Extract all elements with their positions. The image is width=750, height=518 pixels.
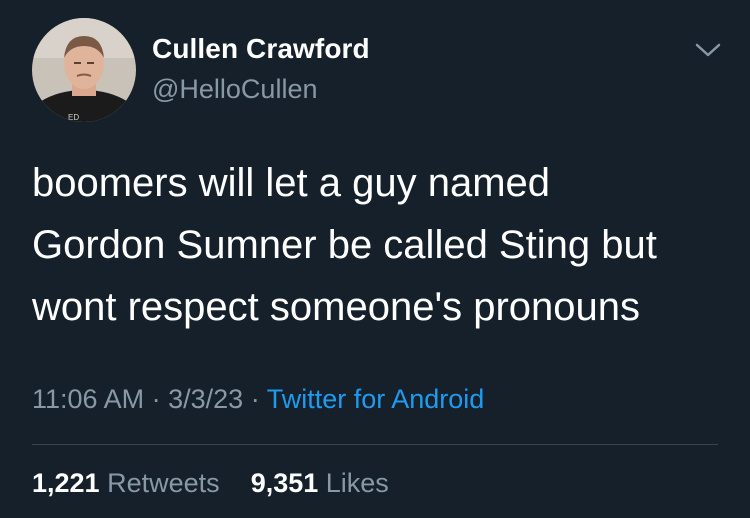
meta-separator: ·	[151, 384, 161, 414]
tweet-meta: 11:06 AM · 3/3/23 · Twitter for Android	[32, 384, 484, 415]
retweets-label: Retweets	[107, 468, 220, 498]
tweet-card: ED Cullen Crawford @HelloCullen boomers …	[0, 0, 750, 518]
retweets-stat[interactable]: 1,221 Retweets	[32, 468, 227, 498]
divider	[32, 444, 718, 445]
avatar-image: ED	[32, 18, 136, 122]
chevron-down-icon-svg	[695, 43, 721, 57]
tweet-text: boomers will let a guy named Gordon Sumn…	[32, 152, 732, 338]
tweet-text-line: wont respect someone's pronouns	[32, 285, 640, 329]
likes-label: Likes	[325, 468, 389, 498]
avatar[interactable]: ED	[32, 18, 136, 122]
tweet-source-link[interactable]: Twitter for Android	[267, 384, 485, 414]
tweet-date[interactable]: 3/3/23	[168, 384, 243, 414]
tweet-time[interactable]: 11:06 AM	[32, 384, 144, 414]
tweet-stats: 1,221 Retweets 9,351 Likes	[32, 468, 389, 499]
svg-text:ED: ED	[68, 113, 79, 122]
meta-separator: ·	[250, 384, 260, 414]
retweets-count: 1,221	[32, 468, 100, 498]
display-name[interactable]: Cullen Crawford	[152, 33, 370, 65]
user-handle[interactable]: @HelloCullen	[152, 74, 317, 105]
tweet-text-line: boomers will let a guy named	[32, 161, 551, 205]
chevron-down-icon[interactable]	[692, 38, 724, 62]
likes-count: 9,351	[250, 468, 319, 498]
likes-stat[interactable]: 9,351 Likes	[251, 468, 389, 498]
tweet-text-line: Gordon Sumner be called Sting but	[32, 223, 657, 267]
